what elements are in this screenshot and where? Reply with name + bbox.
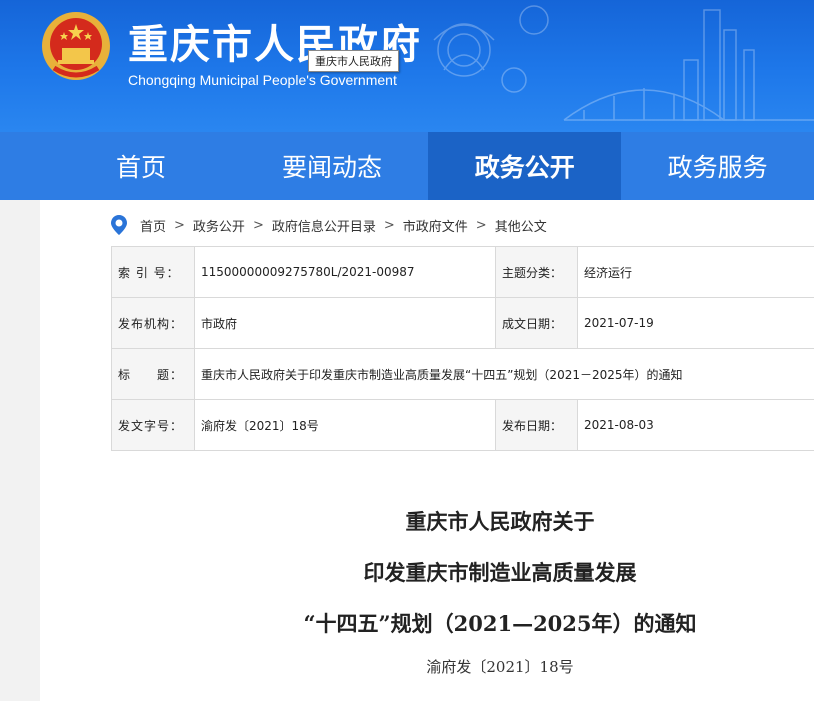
document-title-line-2: 印发重庆市制造业高质量发展 bbox=[363, 560, 637, 585]
breadcrumb-government-affairs[interactable]: 政务公开 bbox=[193, 216, 245, 235]
title-value: 重庆市人民政府关于印发重庆市制造业高质量发展“十四五”规划（2021－2025年… bbox=[194, 348, 814, 400]
breadcrumb: 首页 > 政务公开 > 政府信息公开目录 > 市政府文件 > 其他公文 bbox=[110, 214, 547, 236]
created-date-label: 成文日期： bbox=[495, 297, 578, 349]
title-label: 标 题： bbox=[111, 348, 195, 400]
national-emblem-icon bbox=[42, 12, 110, 80]
issuer-value: 市政府 bbox=[194, 297, 496, 349]
site-header: 重庆市人民政府 Chongqing Municipal People's Gov… bbox=[0, 0, 814, 132]
document-title-line-3: “十四五”规划（2021—2025年）的通知 bbox=[303, 611, 697, 636]
doc-number-label: 发文字号： bbox=[111, 399, 195, 451]
document-number: 渝府发〔2021〕18号 bbox=[426, 658, 574, 676]
breadcrumb-separator: > bbox=[475, 217, 487, 233]
category-label: 主题分类： bbox=[495, 246, 578, 298]
issuer-label: 发布机构： bbox=[111, 297, 195, 349]
location-pin-icon bbox=[111, 215, 127, 235]
published-date-label: 发布日期： bbox=[495, 399, 578, 451]
breadcrumb-separator: > bbox=[252, 217, 264, 233]
breadcrumb-home[interactable]: 首页 bbox=[140, 216, 166, 235]
breadcrumb-info-directory[interactable]: 政府信息公开目录 bbox=[272, 216, 376, 235]
breadcrumb-other-documents[interactable]: 其他公文 bbox=[495, 216, 547, 235]
breadcrumb-municipal-documents[interactable]: 市政府文件 bbox=[403, 216, 468, 235]
breadcrumb-separator: > bbox=[174, 217, 185, 233]
document-info-table: 索 引 号： 11500000009275780L/2021-00987 主题分… bbox=[111, 246, 814, 451]
nav-home[interactable]: 首页 bbox=[0, 132, 236, 200]
category-value: 经济运行 bbox=[577, 246, 814, 298]
nav-services[interactable]: 政务服务 bbox=[621, 132, 814, 200]
city-skyline-decoration bbox=[433, 5, 814, 121]
index-label: 索 引 号： bbox=[111, 246, 195, 298]
table-row: 发布机构： 市政府 成文日期： 2021-07-19 bbox=[111, 297, 814, 349]
created-date-value: 2021-07-19 bbox=[577, 297, 814, 349]
table-row: 索 引 号： 11500000009275780L/2021-00987 主题分… bbox=[111, 246, 814, 298]
document-title-line-1: 重庆市人民政府关于 bbox=[405, 509, 595, 534]
table-row: 发文字号： 渝府发〔2021〕18号 发布日期： 2021-08-03 bbox=[111, 399, 814, 451]
doc-number-value: 渝府发〔2021〕18号 bbox=[194, 399, 496, 451]
index-value: 11500000009275780L/2021-00987 bbox=[194, 246, 496, 298]
nav-news[interactable]: 要闻动态 bbox=[236, 132, 429, 200]
published-date-value: 2021-08-03 bbox=[577, 399, 814, 451]
title-tooltip: 重庆市人民政府 bbox=[308, 50, 399, 72]
table-row: 标 题： 重庆市人民政府关于印发重庆市制造业高质量发展“十四五”规划（2021－… bbox=[111, 348, 814, 400]
site-subtitle: Chongqing Municipal People's Government bbox=[128, 72, 397, 88]
nav-government-affairs[interactable]: 政务公开 bbox=[428, 132, 622, 200]
main-nav: 首页 要闻动态 政务公开 政务服务 bbox=[0, 132, 814, 200]
breadcrumb-separator: > bbox=[383, 217, 395, 233]
